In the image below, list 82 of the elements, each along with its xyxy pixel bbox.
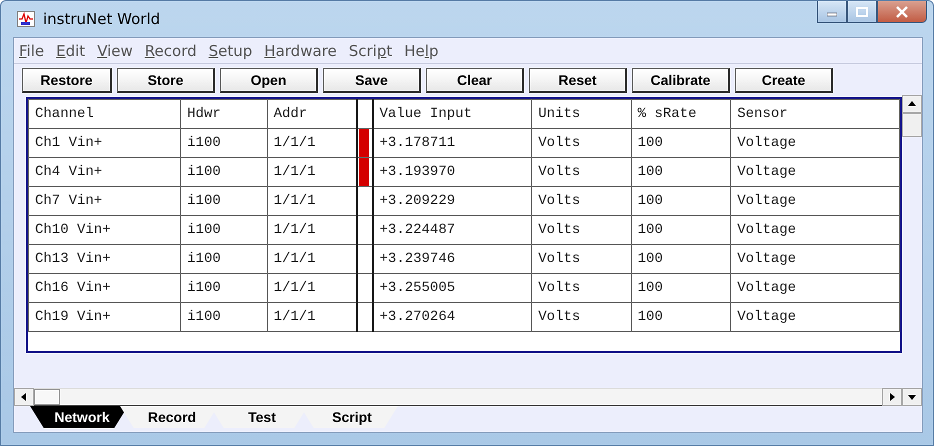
scroll-down-button[interactable] xyxy=(902,388,922,406)
toolbar-button[interactable]: Calibrate xyxy=(632,68,730,93)
column-header: Units xyxy=(532,100,632,128)
down-arrow-icon xyxy=(908,393,916,401)
left-arrow-icon xyxy=(20,393,28,401)
menu-item[interactable]: Help xyxy=(404,42,438,60)
minimize-button[interactable] xyxy=(817,1,847,23)
table-cell: Ch13 Vin+ xyxy=(28,244,181,274)
table-cell: Ch19 Vin+ xyxy=(28,302,181,332)
window-title: instruNet World xyxy=(43,10,160,28)
table-cell: i100 xyxy=(180,186,268,216)
menu-item[interactable]: Hardware xyxy=(264,42,337,60)
app-logo-icon xyxy=(17,11,35,27)
toolbar-button[interactable]: Open xyxy=(220,68,318,93)
column-header: Channel xyxy=(28,100,181,128)
table-cell: Voltage xyxy=(730,128,900,158)
table-cell: +3.239746 xyxy=(372,244,532,274)
maximize-icon xyxy=(856,6,868,16)
menu-item[interactable]: File xyxy=(19,42,44,60)
toolbar-button[interactable]: Save xyxy=(323,68,421,93)
scroll-thumb[interactable] xyxy=(34,389,60,405)
table-cell: 100 xyxy=(631,244,731,274)
column-header: % sRate xyxy=(631,100,731,128)
table-cell: Volts xyxy=(532,302,632,332)
table-cell: Volts xyxy=(532,244,632,274)
menu-item[interactable]: View xyxy=(97,42,133,60)
table-cell: Ch4 Vin+ xyxy=(28,158,181,186)
menu-item[interactable]: Setup xyxy=(208,42,252,60)
menu-item[interactable]: Record xyxy=(144,42,197,60)
table-cell: i100 xyxy=(180,158,268,186)
maximize-button[interactable] xyxy=(847,1,877,23)
menu-item[interactable]: Edit xyxy=(56,42,86,60)
toolbar-button[interactable]: Create xyxy=(735,68,833,93)
scroll-left-button[interactable] xyxy=(14,388,34,406)
close-icon xyxy=(896,6,908,18)
toolbar-button[interactable]: Restore xyxy=(22,68,112,93)
table-cell: Voltage xyxy=(730,302,900,332)
toolbar-button[interactable]: Store xyxy=(117,68,215,93)
column-header: Hdwr xyxy=(180,100,268,128)
table-cell: Ch10 Vin+ xyxy=(28,216,181,244)
table-cell: +3.224487 xyxy=(372,216,532,244)
table-cell: +3.178711 xyxy=(372,128,532,158)
table-cell: 100 xyxy=(631,274,731,302)
table-cell: Volts xyxy=(532,274,632,302)
table-cell: Voltage xyxy=(730,274,900,302)
table-cell: i100 xyxy=(180,274,268,302)
table-cell: +3.209229 xyxy=(372,186,532,216)
table-cell: Voltage xyxy=(730,244,900,274)
table-cell: 100 xyxy=(631,128,731,158)
column-header: Sensor xyxy=(730,100,900,128)
table-cell: Volts xyxy=(532,128,632,158)
table-cell: i100 xyxy=(180,302,268,332)
scroll-right-button[interactable] xyxy=(882,388,902,406)
toolbar-button[interactable]: Clear xyxy=(426,68,524,93)
toolbar-button[interactable]: Reset xyxy=(529,68,627,93)
table-cell: 100 xyxy=(631,186,731,216)
table-cell: i100 xyxy=(180,128,268,158)
scroll-thumb[interactable] xyxy=(902,113,922,137)
scroll-up-button[interactable] xyxy=(902,95,922,113)
table-cell: 100 xyxy=(631,158,731,186)
table-cell: Volts xyxy=(532,216,632,244)
table-cell: 100 xyxy=(631,302,731,332)
up-arrow-icon xyxy=(908,100,916,108)
close-button[interactable] xyxy=(877,1,927,23)
table-cell: Voltage xyxy=(730,158,900,186)
table-cell: Ch7 Vin+ xyxy=(28,186,181,216)
table-cell: Voltage xyxy=(730,216,900,244)
table-cell: Volts xyxy=(532,158,632,186)
table-cell: i100 xyxy=(180,244,268,274)
right-arrow-icon xyxy=(888,393,896,401)
table-cell: Volts xyxy=(532,186,632,216)
table-cell: Voltage xyxy=(730,186,900,216)
table-cell: Ch1 Vin+ xyxy=(28,128,181,158)
table-cell: +3.270264 xyxy=(372,302,532,332)
column-header: Value Input xyxy=(372,100,532,128)
column-header: Addr xyxy=(267,100,357,128)
menu-item[interactable]: Script xyxy=(348,42,392,60)
table-cell: +3.193970 xyxy=(372,158,532,186)
table-cell: +3.255005 xyxy=(372,274,532,302)
table-cell: i100 xyxy=(180,216,268,244)
table-cell: Ch16 Vin+ xyxy=(28,274,181,302)
table-cell: 100 xyxy=(631,216,731,244)
